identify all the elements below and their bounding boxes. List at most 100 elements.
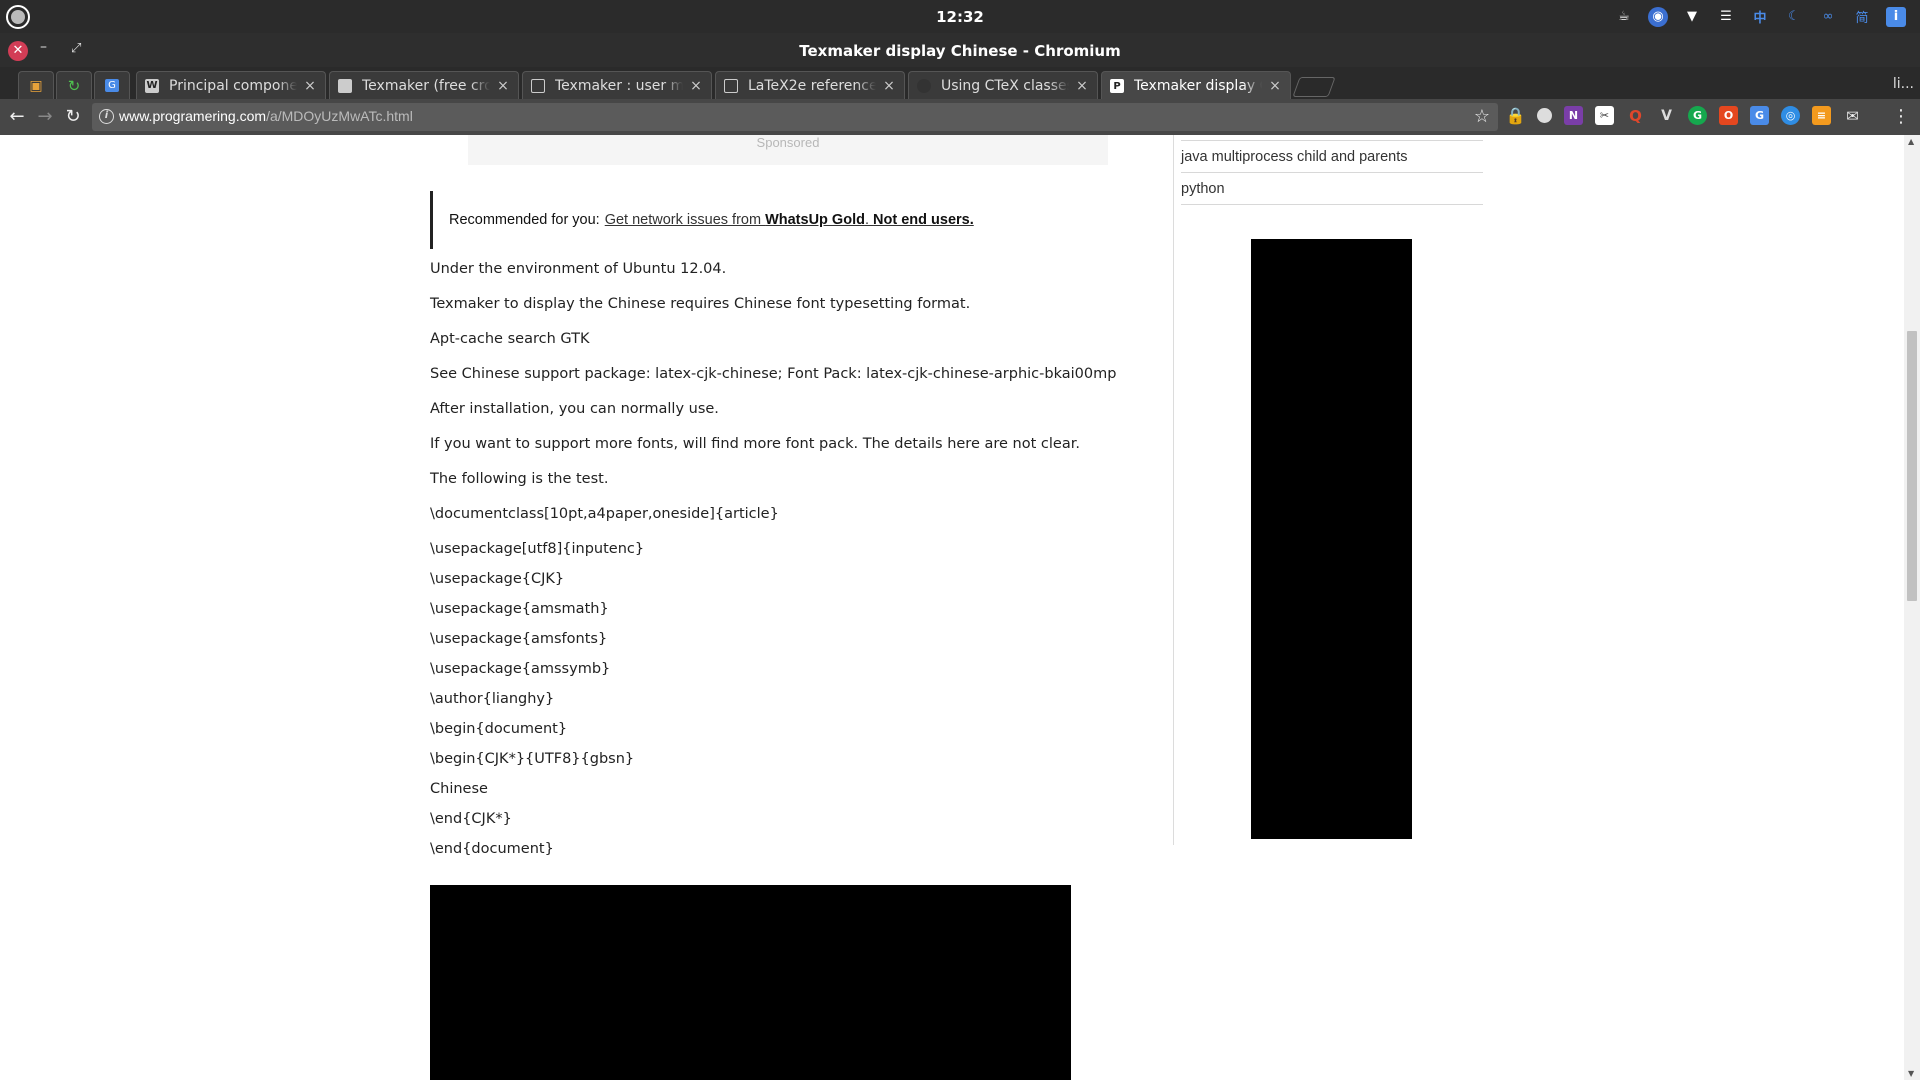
- code-line: \usepackage{amsfonts}: [430, 631, 608, 647]
- tab-label: Using CTeX classes: [941, 77, 1069, 94]
- sidebar-divider: [1173, 135, 1174, 845]
- screenshot-extension-icon[interactable]: ✂: [1595, 106, 1614, 125]
- circle-extension-icon[interactable]: [1537, 108, 1552, 123]
- os-menu-icon[interactable]: [6, 5, 30, 29]
- page-viewport: Sponsored Recommended for you: Get netwo…: [0, 135, 1904, 1080]
- tab-close-icon[interactable]: ×: [1268, 78, 1282, 94]
- url-host: www.programering.com: [119, 108, 267, 124]
- article-paragraph: Under the environment of Ubuntu 12.04.: [430, 261, 727, 277]
- site-info-icon[interactable]: i: [99, 109, 114, 124]
- recommend-prefix: Recommended for you:: [449, 212, 600, 228]
- tab-label: LaTeX2e reference: [748, 77, 876, 94]
- pinned-tab-home[interactable]: ▣: [18, 71, 54, 99]
- article-paragraph: See Chinese support package: latex-cjk-c…: [430, 366, 1117, 382]
- lock-extension-icon[interactable]: 🔒: [1506, 106, 1526, 125]
- home-folder-icon: ▣: [29, 77, 43, 94]
- bookmark-star-icon[interactable]: ☆: [1474, 106, 1490, 127]
- input-method-zh-icon[interactable]: 中: [1750, 7, 1770, 27]
- tab-strip: ▣ ↻ G W Principal compone × Texmaker (fr…: [0, 67, 1920, 100]
- window-maximize-icon[interactable]: ⤢: [71, 41, 81, 56]
- code-line: \begin{CJK*}{UTF8}{gbsn}: [430, 751, 635, 767]
- overflow-menu-icon[interactable]: ☰: [1716, 7, 1736, 27]
- scroll-down-icon[interactable]: ▼: [1908, 1069, 1914, 1078]
- tab-texmaker-free[interactable]: Texmaker (free cro ×: [329, 71, 519, 99]
- office-extension-icon[interactable]: O: [1719, 106, 1738, 125]
- sidebar-ad-block[interactable]: [1251, 239, 1412, 839]
- scroll-up-icon[interactable]: ▲: [1908, 137, 1914, 146]
- code-line: \usepackage{amssymb}: [430, 661, 611, 677]
- scrollbar-thumb[interactable]: [1907, 331, 1917, 601]
- forward-icon[interactable]: →: [33, 105, 57, 129]
- article-paragraph: The following is the test.: [430, 471, 609, 487]
- back-icon[interactable]: ←: [5, 105, 29, 129]
- article-paragraph: Apt-cache search GTK: [430, 331, 590, 347]
- sponsored-label: Sponsored: [756, 135, 820, 150]
- recommendation-banner: Recommended for you: Get network issues …: [430, 191, 974, 249]
- tab-texmaker-user-manual[interactable]: Texmaker : user ma ×: [522, 71, 712, 99]
- tab-close-icon[interactable]: ×: [882, 78, 896, 94]
- code-line: Chinese: [430, 781, 488, 797]
- sidebar-link[interactable]: java multiprocess child and parents: [1181, 141, 1483, 173]
- tab-close-icon[interactable]: ×: [1075, 78, 1089, 94]
- coffee-icon[interactable]: ☕: [1614, 7, 1634, 27]
- wifi-icon[interactable]: ▼: [1682, 7, 1702, 27]
- code-line: \usepackage{amsmath}: [430, 601, 609, 617]
- reload-icon[interactable]: ↻: [61, 105, 85, 129]
- recommend-link-bold: WhatsUp Gold: [765, 212, 865, 228]
- recommend-link-sep: .: [864, 212, 874, 228]
- rss-extension-icon[interactable]: ≡: [1812, 106, 1831, 125]
- recommend-link-bold: Not end users.: [873, 212, 974, 228]
- code-line: \usepackage[utf8]{inputenc}: [430, 541, 645, 557]
- tab-principal-component[interactable]: W Principal compone ×: [136, 71, 326, 99]
- window-minimize-icon[interactable]: –: [40, 39, 47, 55]
- code-line: \begin{document}: [430, 721, 568, 737]
- chromium-tray-icon[interactable]: ◉: [1648, 6, 1668, 27]
- page-scrollbar[interactable]: ▲ ▼: [1904, 135, 1920, 1080]
- pinned-tab-translate[interactable]: G: [94, 71, 130, 99]
- tab-close-icon[interactable]: ×: [303, 78, 317, 94]
- tab-label: Principal compone: [169, 77, 297, 94]
- mail-extension-icon[interactable]: ✉: [1843, 106, 1862, 125]
- link-icon[interactable]: ∞: [1818, 7, 1838, 27]
- translate-extension-icon[interactable]: G: [1750, 106, 1769, 125]
- article-paragraph: \documentclass[10pt,a4paper,oneside]{art…: [430, 506, 779, 522]
- profile-button[interactable]: li...: [1893, 76, 1914, 92]
- tab-using-ctex[interactable]: Using CTeX classes ×: [908, 71, 1098, 99]
- tab-label: Texmaker display C: [1134, 78, 1262, 94]
- document-favicon-icon: [724, 78, 738, 93]
- translate-icon: G: [105, 79, 119, 92]
- moon-icon[interactable]: ☾: [1784, 7, 1804, 27]
- bottom-ad-block[interactable]: [430, 885, 1071, 1080]
- article-paragraph: Texmaker to display the Chinese requires…: [430, 296, 971, 312]
- window-close-icon[interactable]: ✕: [8, 41, 28, 61]
- page-favicon-icon: [338, 78, 352, 93]
- tab-close-icon[interactable]: ×: [496, 78, 510, 94]
- tab-label: Texmaker (free cro: [362, 77, 490, 94]
- article-paragraph: If you want to support more fonts, will …: [430, 436, 1080, 452]
- onenote-extension-icon[interactable]: N: [1564, 106, 1583, 125]
- sponsored-ad-box[interactable]: Sponsored: [468, 135, 1108, 165]
- address-bar[interactable]: i www.programering.com/a/MDOyUzMwATc.htm…: [92, 103, 1498, 131]
- keyboard-layout-icon[interactable]: 简: [1852, 7, 1872, 27]
- quora-extension-icon[interactable]: Q: [1626, 106, 1645, 125]
- recommend-link[interactable]: Get network issues from WhatsUp Gold. No…: [605, 212, 974, 228]
- compass-extension-icon[interactable]: ◎: [1781, 106, 1800, 125]
- chrome-menu-icon[interactable]: ⋮: [1892, 106, 1910, 127]
- github-favicon-icon: [917, 78, 931, 93]
- article-paragraph: After installation, you can normally use…: [430, 401, 719, 417]
- code-line: \author{lianghy}: [430, 691, 555, 707]
- wikipedia-favicon-icon: W: [145, 78, 159, 93]
- grammarly-extension-icon[interactable]: G: [1688, 106, 1707, 125]
- sidebar-link[interactable]: python: [1181, 173, 1483, 205]
- system-top-bar: 12:32 ☕ ◉ ▼ ☰ 中 ☾ ∞ 简 i: [0, 0, 1920, 33]
- pinned-tab-refresh[interactable]: ↻: [56, 71, 92, 99]
- tab-texmaker-display-chinese[interactable]: P Texmaker display C ×: [1101, 71, 1291, 100]
- info-icon[interactable]: i: [1886, 6, 1906, 27]
- tab-close-icon[interactable]: ×: [689, 78, 703, 94]
- code-line: \end{document}: [430, 841, 554, 857]
- new-tab-button[interactable]: [1292, 77, 1336, 97]
- tab-latex2e-reference[interactable]: LaTeX2e reference ×: [715, 71, 905, 99]
- vimium-extension-icon[interactable]: V: [1657, 106, 1676, 125]
- recommend-link-text: Get network issues from: [604, 212, 766, 228]
- url-text[interactable]: www.programering.com/a/MDOyUzMwATc.html: [119, 108, 413, 124]
